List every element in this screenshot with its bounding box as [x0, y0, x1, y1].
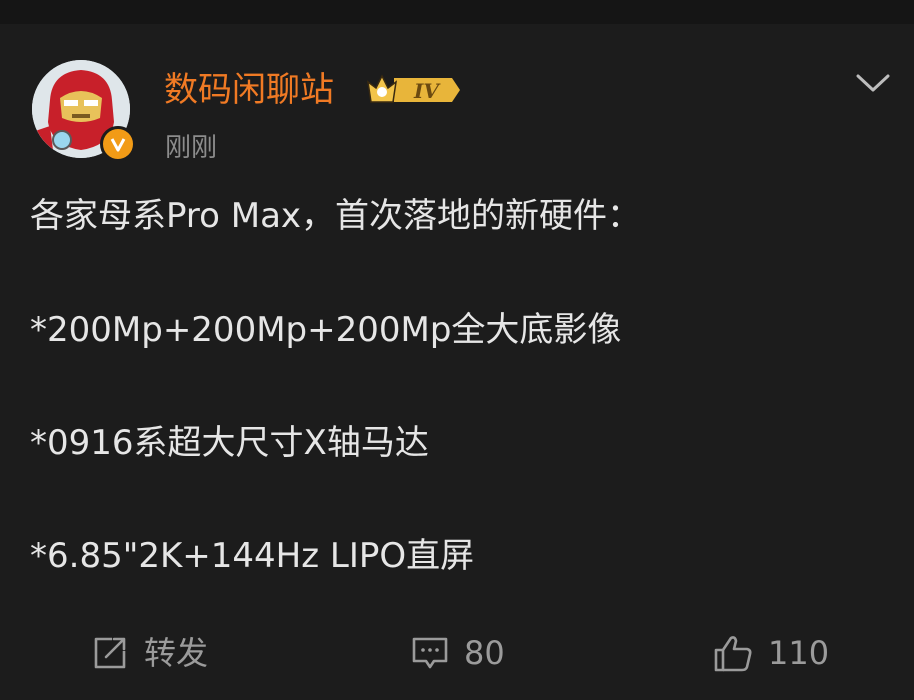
- like-count: 110: [768, 634, 830, 672]
- username[interactable]: 数码闲聊站: [164, 68, 334, 112]
- top-status-strip: [0, 0, 914, 24]
- post-text-line: *0916系超大尺寸X轴马达: [30, 423, 429, 463]
- chevron-down-icon[interactable]: [852, 68, 894, 100]
- comment-button[interactable]: 80: [410, 628, 505, 678]
- post-text-line: *6.85"2K+144Hz LIPO直屏: [30, 536, 475, 576]
- repost-button[interactable]: 转发: [90, 628, 208, 678]
- badge-level-text: IV: [413, 79, 441, 103]
- post-timestamp: 刚刚: [165, 133, 218, 163]
- comment-icon: [412, 637, 448, 669]
- weibo-post-card: 数码闲聊站 IV 刚刚 各家母系Pro Max，首次落地的新硬件： *200Mp…: [0, 24, 914, 700]
- post-text-line: *200Mp+200Mp+200Mp全大底影像: [30, 310, 622, 350]
- vip-level-badge[interactable]: IV: [364, 70, 464, 110]
- repost-label: 转发: [144, 634, 209, 672]
- post-text-line: 各家母系Pro Max，首次落地的新硬件：: [30, 196, 642, 236]
- verified-badge-icon: [100, 126, 136, 162]
- comment-count: 80: [464, 634, 505, 672]
- repost-icon: [94, 637, 126, 669]
- like-button[interactable]: 110: [712, 628, 829, 678]
- thumbs-up-icon: [714, 636, 752, 672]
